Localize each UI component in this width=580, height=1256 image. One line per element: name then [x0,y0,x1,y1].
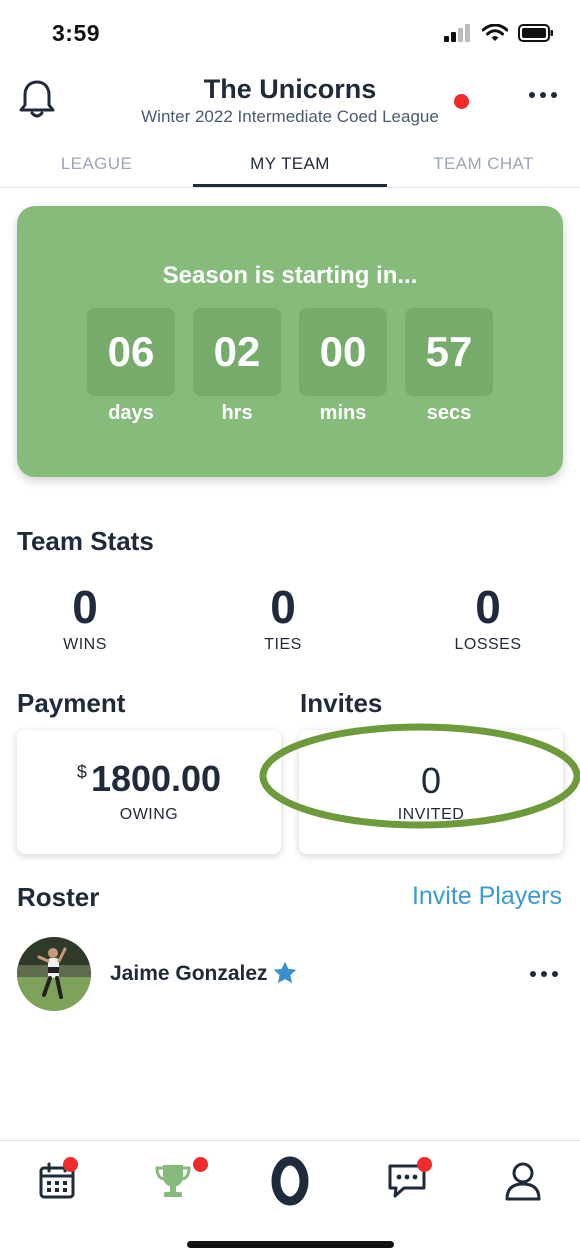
player-name: Jaime Gonzalez [110,962,268,985]
bottom-navigation [0,1140,580,1256]
player-more-button[interactable] [526,968,562,980]
roster-heading: Roster [17,882,100,912]
tab-team-chat[interactable]: TEAM CHAT [387,154,580,174]
roster-player-row[interactable]: Jaime Gonzalez [0,934,580,1014]
home-logo-icon [271,1156,309,1206]
countdown-hours: 02 hrs [193,308,281,425]
league-subtitle: Winter 2022 Intermediate Coed League [141,107,439,126]
countdown-seconds: 57 secs [405,308,493,425]
notification-dot [454,94,469,109]
dot-icon [540,92,546,98]
stat-losses-value: 0 [475,581,501,633]
active-tab-indicator [193,184,387,187]
player-avatar [17,937,91,1011]
countdown-days-label: days [108,402,154,424]
battery-icon [518,24,553,42]
countdown-title: Season is starting in... [162,262,418,289]
countdown-seconds-label: secs [426,402,472,424]
app-header: The Unicorns Winter 2022 Intermediate Co… [0,70,580,140]
dot-icon [529,92,535,98]
bell-icon[interactable] [18,78,56,120]
header-title-block[interactable]: The Unicorns Winter 2022 Intermediate Co… [90,72,490,128]
nav-chat[interactable] [381,1155,433,1207]
status-bar: 3:59 [0,0,580,70]
payment-amount-row: $1800.00 [17,758,281,800]
stat-wins: 0 WINS [15,582,155,654]
stat-ties-label: TIES [264,636,302,653]
tab-my-team[interactable]: MY TEAM [193,154,387,174]
captain-star-icon [273,961,297,984]
stat-losses-label: LOSSES [454,636,522,653]
nav-profile[interactable] [497,1155,549,1207]
wifi-icon [482,24,508,41]
nav-calendar[interactable] [31,1155,83,1207]
payment-card[interactable]: $1800.00 OWING [17,730,281,854]
invites-heading: Invites [300,688,383,718]
tab-bar: LEAGUE MY TEAM TEAM CHAT [0,146,580,188]
countdown-minutes: 00 mins [299,308,387,425]
dot-icon [541,971,547,977]
countdown-hours-value: 02 [193,308,281,396]
dot-icon [552,971,558,977]
season-countdown-card: Season is starting in... 06 days 02 hrs … [17,206,563,477]
team-stats-heading: Team Stats [17,526,154,556]
team-title: The Unicorns [203,74,377,104]
tab-league[interactable]: LEAGUE [0,154,193,174]
countdown-days: 06 days [87,308,175,425]
nav-home[interactable] [264,1155,316,1207]
currency-symbol: $ [76,762,87,782]
trophy-icon [155,1165,191,1197]
stat-wins-value: 0 [72,581,98,633]
status-icons [444,24,554,42]
cellular-signal-icon [444,24,470,42]
countdown-minutes-label: mins [319,402,367,424]
dot-icon [530,971,536,977]
stat-wins-label: WINS [63,636,107,653]
profile-icon [505,1162,541,1201]
chat-notification-dot [417,1157,432,1172]
trophy-notification-dot [193,1157,208,1172]
nav-trophy[interactable] [147,1155,208,1207]
my-team-screen: 3:59 The Unicorns Winter 2022 Intermedia… [0,0,580,1256]
status-time: 3:59 [52,20,101,46]
stat-ties: 0 TIES [213,582,353,654]
more-options-button[interactable] [524,86,562,104]
home-indicator [187,1241,394,1248]
countdown-hours-label: hrs [221,402,253,424]
invited-label: INVITED [397,806,465,823]
dot-icon [551,92,557,98]
countdown-days-value: 06 [87,308,175,396]
stat-losses: 0 LOSSES [418,582,558,654]
payment-heading: Payment [17,688,126,718]
stat-ties-value: 0 [270,581,296,633]
invite-players-link[interactable]: Invite Players [412,882,562,911]
invites-card[interactable]: 0 INVITED [299,730,563,854]
calendar-notification-dot [63,1157,78,1172]
payment-owing-label: OWING [119,806,179,823]
invited-count: 0 [420,760,442,801]
payment-amount: 1800.00 [90,758,222,799]
countdown-seconds-value: 57 [405,308,493,396]
countdown-minutes-value: 00 [299,308,387,396]
player-photo-icon [17,937,91,1011]
